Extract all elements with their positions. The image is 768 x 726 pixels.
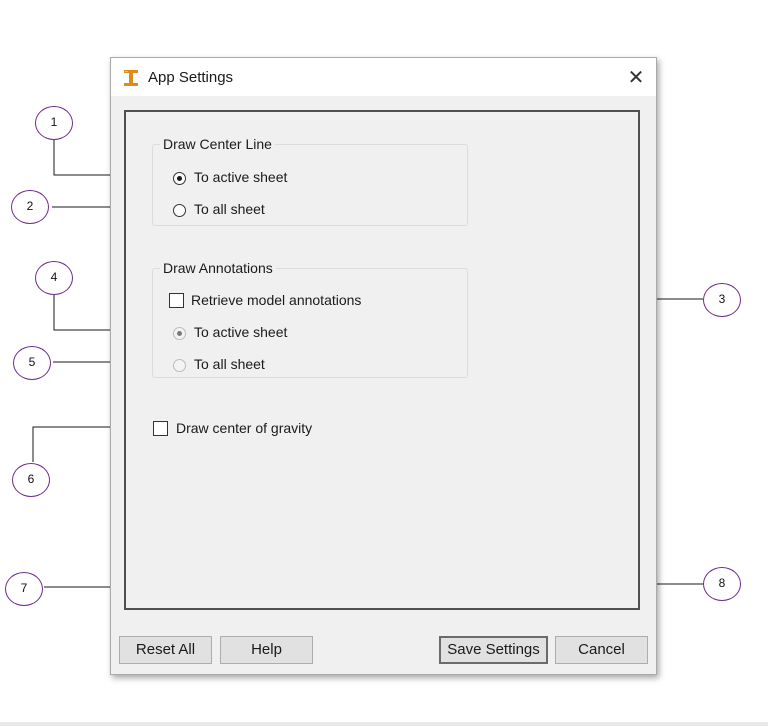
save-settings-button[interactable]: Save Settings — [439, 636, 548, 664]
close-icon[interactable]: ✕ — [619, 66, 653, 90]
callout-6: 6 — [12, 463, 50, 497]
help-button[interactable]: Help — [220, 636, 313, 664]
center-of-gravity-label[interactable]: Draw center of gravity — [176, 420, 312, 436]
app-logo-icon — [124, 70, 138, 86]
center-line-all-sheet-radio[interactable] — [173, 204, 186, 217]
callout-1: 1 — [35, 106, 73, 140]
callout-7: 7 — [5, 572, 43, 606]
title-bar: App Settings ✕ — [111, 58, 656, 96]
retrieve-annotations-label[interactable]: Retrieve model annotations — [191, 292, 361, 308]
app-settings-dialog: App Settings ✕ Draw Center Line To activ… — [110, 57, 657, 675]
draw-annotations-legend: Draw Annotations — [163, 260, 273, 276]
cancel-button[interactable]: Cancel — [555, 636, 648, 664]
annotations-all-sheet-label[interactable]: To all sheet — [194, 356, 265, 372]
callout-3: 3 — [703, 283, 741, 317]
window-title: App Settings — [148, 69, 234, 86]
retrieve-annotations-checkbox[interactable] — [169, 293, 184, 308]
reset-all-button[interactable]: Reset All — [119, 636, 212, 664]
annotations-all-sheet-radio[interactable] — [173, 359, 186, 372]
annotations-active-sheet-label[interactable]: To active sheet — [194, 324, 287, 340]
callout-5: 5 — [13, 346, 51, 380]
draw-center-line-legend: Draw Center Line — [163, 136, 272, 152]
center-line-active-sheet-radio[interactable] — [173, 172, 186, 185]
center-line-active-sheet-label[interactable]: To active sheet — [194, 169, 287, 185]
callout-4: 4 — [35, 261, 73, 295]
settings-panel: Draw Center Line To active sheet To all … — [124, 110, 640, 610]
center-line-all-sheet-label[interactable]: To all sheet — [194, 201, 265, 217]
callout-2: 2 — [11, 190, 49, 224]
center-of-gravity-checkbox[interactable] — [153, 421, 168, 436]
annotations-active-sheet-radio[interactable] — [173, 327, 186, 340]
callout-8: 8 — [703, 567, 741, 601]
